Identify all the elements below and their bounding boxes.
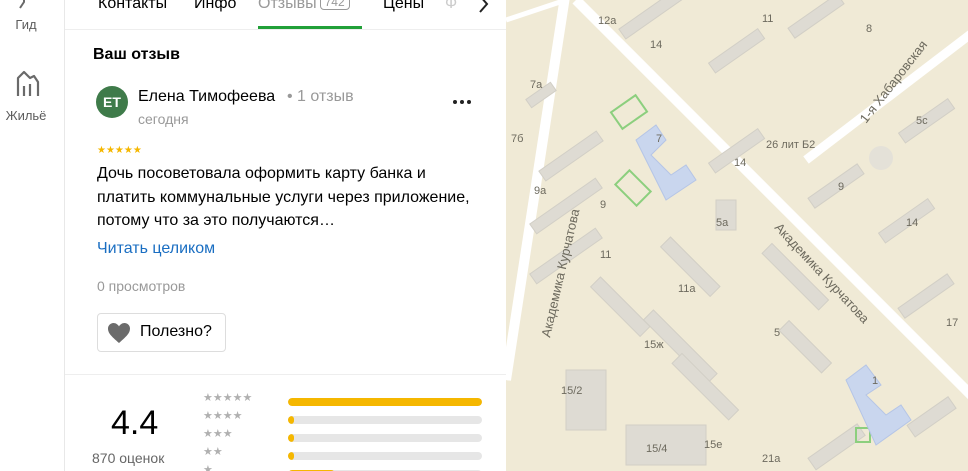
reviews-count-badge: 742 — [319, 0, 350, 10]
svg-text:12а: 12а — [598, 15, 617, 27]
org-panel: Контакты Инфо Отзывы 742 Цены Ф Ваш отзыв… — [64, 0, 507, 471]
review-star-rating: ★★★★★ — [97, 145, 142, 156]
distribution-stars-5: ★★★★★ — [203, 392, 253, 404]
review-text: Дочь посоветовала оформить карту банка и… — [97, 165, 470, 229]
rating-count: 870 оценок — [92, 450, 165, 466]
avatar[interactable]: ЕТ — [96, 86, 128, 118]
left-nav-rail: Гид Жильё — [0, 0, 64, 471]
tab-contacts[interactable]: Контакты — [98, 0, 167, 22]
svg-text:21а: 21а — [762, 453, 781, 465]
svg-text:9: 9 — [600, 199, 606, 211]
svg-text:5: 5 — [774, 327, 780, 339]
svg-text:11: 11 — [600, 249, 611, 261]
svg-text:14: 14 — [650, 39, 662, 51]
tab-bar: Контакты Инфо Отзывы 742 Цены Ф — [65, 0, 507, 30]
distribution-bar-4 — [288, 416, 482, 424]
svg-text:7б: 7б — [511, 133, 523, 145]
svg-text:14: 14 — [906, 217, 918, 229]
svg-text:7: 7 — [656, 133, 662, 145]
tab-prices-label: Цены — [383, 0, 425, 12]
svg-text:7а: 7а — [530, 79, 543, 91]
svg-text:14: 14 — [734, 157, 746, 169]
svg-text:11а: 11а — [678, 283, 696, 295]
distribution-bar-fill — [288, 452, 294, 460]
review-date: сегодня — [138, 111, 189, 127]
review-more-options-button[interactable] — [450, 92, 474, 112]
tab-contacts-label: Контакты — [98, 0, 168, 12]
svg-text:5с: 5с — [916, 115, 928, 127]
svg-text:8: 8 — [866, 23, 872, 35]
tab-prices[interactable]: Цены — [383, 0, 424, 22]
map-view[interactable]: 12а 11 8 14 7а 7б 7 26 лит Б2 5с 9а 9 14… — [506, 0, 968, 471]
svg-text:15ж: 15ж — [644, 339, 664, 351]
useful-button-label: Полезно? — [140, 323, 212, 340]
review-author-name[interactable]: Елена Тимофеева — [138, 88, 275, 106]
tab-photos[interactable]: Ф — [445, 0, 457, 22]
map-canvas: 12а 11 8 14 7а 7б 7 26 лит Б2 5с 9а 9 14… — [506, 0, 968, 471]
average-rating: 4.4 — [111, 404, 159, 442]
svg-text:1: 1 — [872, 375, 878, 387]
review-author-meta: • 1 отзыв — [287, 88, 354, 105]
distribution-bar-fill — [288, 416, 294, 424]
review-views-count: 0 просмотров — [97, 278, 186, 294]
read-full-review-link[interactable]: Читать целиком — [97, 240, 215, 258]
distribution-stars-1: ★ — [203, 464, 213, 471]
building-icon — [10, 68, 42, 105]
tabs-scroll-right-icon[interactable] — [477, 0, 491, 21]
distribution-stars-2: ★★ — [203, 446, 223, 458]
distribution-bar-3 — [288, 434, 482, 442]
svg-text:9а: 9а — [534, 185, 547, 197]
svg-text:9: 9 — [838, 181, 844, 193]
distribution-bar-fill — [288, 398, 482, 406]
svg-text:5а: 5а — [716, 217, 729, 229]
distribution-stars-3: ★★★ — [203, 428, 233, 440]
section-divider — [65, 374, 507, 375]
active-tab-indicator — [258, 26, 362, 29]
tab-reviews-label: Отзывы — [258, 0, 317, 12]
nav-housing-label: Жильё — [5, 108, 47, 123]
nav-guide-label: Гид — [15, 17, 37, 32]
svg-text:15/2: 15/2 — [561, 385, 582, 397]
useful-button[interactable]: Полезно? — [97, 313, 226, 352]
tab-photos-label: Ф — [445, 0, 458, 12]
distribution-stars-4: ★★★★ — [203, 410, 243, 422]
guide-icon — [18, 0, 34, 17]
distribution-bar-5 — [288, 398, 482, 406]
distribution-bar-2 — [288, 452, 482, 460]
distribution-bar-fill — [288, 434, 294, 442]
tab-info[interactable]: Инфо — [194, 0, 236, 22]
heart-icon — [107, 322, 131, 349]
tab-reviews[interactable]: Отзывы 742 — [258, 0, 350, 22]
more-dots-icon — [453, 100, 471, 104]
your-review-heading: Ваш отзыв — [93, 46, 180, 63]
tab-info-label: Инфо — [194, 0, 237, 12]
svg-text:17: 17 — [946, 317, 958, 329]
svg-text:11: 11 — [762, 13, 773, 25]
svg-text:15е: 15е — [704, 439, 722, 451]
svg-text:15/4: 15/4 — [646, 443, 667, 455]
svg-text:26 лит Б2: 26 лит Б2 — [766, 139, 815, 151]
